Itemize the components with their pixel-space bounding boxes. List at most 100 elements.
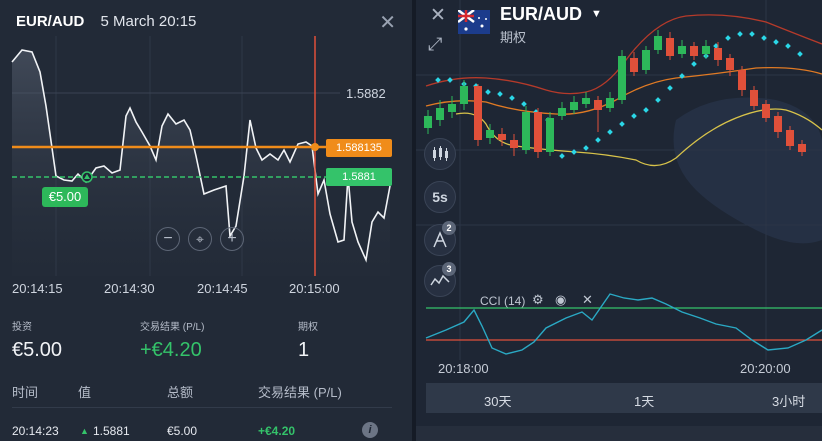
sar-dot xyxy=(785,43,791,49)
stake-marker: €5.00 xyxy=(42,187,88,207)
close-icon[interactable]: ✕ xyxy=(379,10,396,35)
candle-down xyxy=(630,58,638,72)
close-icon[interactable]: ✕ xyxy=(582,292,593,308)
entry-price-badge: 1.588135 xyxy=(326,139,392,157)
candle-down xyxy=(534,112,542,152)
candle-down xyxy=(774,116,782,132)
candle-up xyxy=(460,86,468,104)
x-axis-label: 20:14:15 xyxy=(12,281,63,296)
timeframe-button[interactable]: 5s xyxy=(424,181,456,213)
sar-dot xyxy=(485,89,491,95)
world-map-background xyxy=(673,97,822,244)
column-header: 时间 xyxy=(12,385,39,400)
trade-datetime: 5 March 20:15 xyxy=(100,13,197,30)
column-header: 交易结果 (P/L) xyxy=(258,385,342,400)
column-header: 值 xyxy=(78,385,92,400)
candle-up xyxy=(486,130,494,138)
pl-info: 交易结果 (P/L) +€4.20 xyxy=(140,318,204,362)
candle-up xyxy=(678,46,686,54)
option-label: 期权 xyxy=(298,322,318,333)
crosshair-icon[interactable]: ⌖ xyxy=(188,227,212,251)
investment-info: 投资 €5.00 xyxy=(12,318,62,362)
close-icon[interactable]: ✕ xyxy=(430,4,446,27)
current-price-badge: 1.5881 xyxy=(326,168,392,186)
period-3h[interactable]: 3小时 xyxy=(772,391,805,410)
asset-selector[interactable]: EUR/AUD ▼ xyxy=(500,4,602,25)
candle-down xyxy=(750,90,758,106)
pl-value: +€4.20 xyxy=(140,339,202,361)
candle-up xyxy=(582,98,590,104)
sar-dot xyxy=(737,31,743,37)
info-icon[interactable]: i xyxy=(362,422,378,438)
sar-dot xyxy=(773,39,779,45)
candle-up xyxy=(618,56,626,100)
trade-amount: €5.00 xyxy=(167,424,198,438)
period-1d[interactable]: 1天 xyxy=(634,391,654,410)
candle-down xyxy=(762,104,770,118)
zoom-in-icon[interactable]: + xyxy=(220,227,244,251)
sar-dot xyxy=(607,129,613,135)
x-axis-label: 20:20:00 xyxy=(740,361,791,376)
x-axis-label: 20:14:30 xyxy=(104,281,155,296)
sar-dot xyxy=(797,51,803,57)
drawing-count-badge: 2 xyxy=(442,221,456,235)
zoom-out-icon[interactable]: − xyxy=(156,227,180,251)
chart-type-icon[interactable] xyxy=(424,138,456,170)
sar-dot xyxy=(559,153,565,159)
trade-pl: +€4.20 xyxy=(258,424,296,438)
period-selector: 30天 1天 3小时 xyxy=(426,383,822,413)
investment-value: €5.00 xyxy=(12,339,63,361)
candlestick-chart xyxy=(416,0,822,360)
divider xyxy=(12,407,392,408)
candle-down xyxy=(798,144,806,152)
candle-up xyxy=(522,112,530,150)
candle-up xyxy=(424,116,432,128)
candle-up xyxy=(642,50,650,70)
candle-down xyxy=(474,86,482,140)
sar-dot xyxy=(521,101,527,107)
candle-down xyxy=(738,70,746,90)
eye-icon[interactable]: ◉ xyxy=(555,292,566,308)
candle-up xyxy=(558,108,566,116)
sar-dot xyxy=(691,61,697,67)
candle-down xyxy=(666,38,674,56)
x-axis-label: 20:15:00 xyxy=(289,281,340,296)
asset-name: EUR/AUD xyxy=(16,13,85,30)
pl-label: 交易结果 (P/L) xyxy=(140,322,205,333)
trade-details-panel: EUR/AUD 5 March 20:15 ✕ 1.5882 1.588135 xyxy=(0,0,412,441)
price-scale-label: 1.5882 xyxy=(346,86,386,101)
entry-point xyxy=(311,143,319,151)
chevron-down-icon: ▼ xyxy=(591,8,602,20)
up-arrow-icon: ▲ xyxy=(80,426,89,436)
x-axis-label: 20:14:45 xyxy=(197,281,248,296)
main-chart-panel: ✕ ⤢ EUR/AUD ▼ 期权 5s 2 3 CCI (14) ⚙ ◉ ✕ 2… xyxy=(416,0,822,441)
option-info: 期权 1 xyxy=(298,318,318,362)
candle-down xyxy=(726,58,734,70)
asset-name: EUR/AUD xyxy=(500,4,583,24)
option-value: 1 xyxy=(298,339,310,361)
candle-down xyxy=(510,140,518,148)
asset-type: 期权 xyxy=(500,30,527,45)
sar-dot xyxy=(497,91,503,97)
investment-label: 投资 xyxy=(12,322,32,333)
sar-dot xyxy=(447,77,453,83)
candle-up xyxy=(546,118,554,152)
candle-down xyxy=(594,100,602,110)
sar-dot xyxy=(619,121,625,127)
eur-aud-flag-icon xyxy=(458,10,490,34)
column-header: 总额 xyxy=(167,385,194,400)
period-30d[interactable]: 30天 xyxy=(484,391,511,410)
sar-dot xyxy=(643,107,649,113)
gear-icon[interactable]: ⚙ xyxy=(532,292,544,308)
indicator-label: CCI (14) xyxy=(480,294,526,308)
sar-dot xyxy=(749,31,755,37)
trade-value: 1.5881 xyxy=(93,424,130,438)
expand-icon[interactable]: ⤢ xyxy=(428,34,442,55)
candle-down xyxy=(498,134,506,140)
candle-down xyxy=(690,46,698,56)
indicators-count-badge: 3 xyxy=(442,262,456,276)
candle-up xyxy=(606,98,614,108)
candle-up xyxy=(702,46,710,54)
candle-down xyxy=(786,130,794,146)
sar-dot xyxy=(655,97,661,103)
